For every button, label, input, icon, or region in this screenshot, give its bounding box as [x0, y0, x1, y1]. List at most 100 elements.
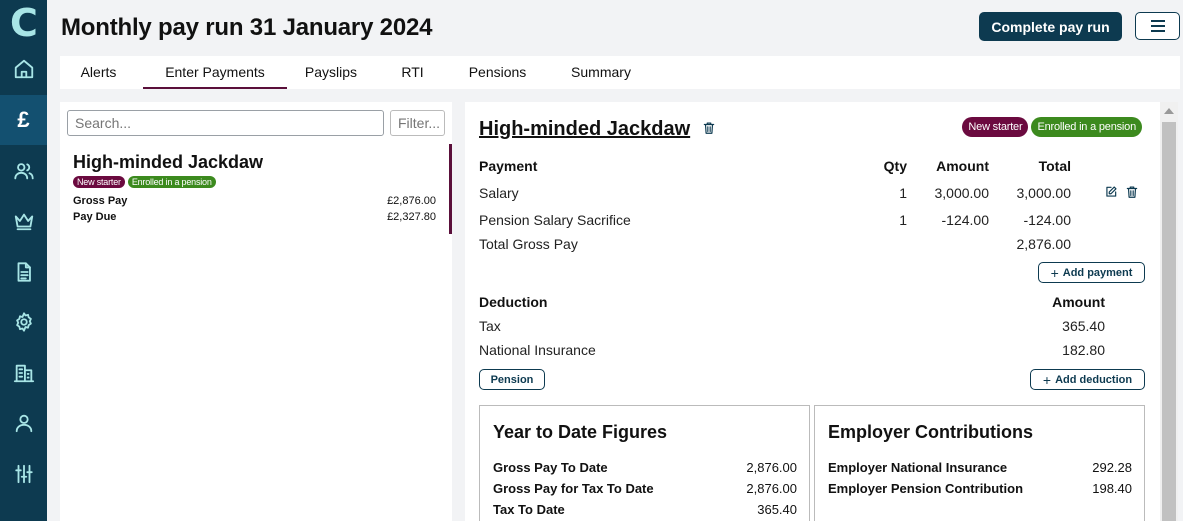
payment-row-qty: 1 — [899, 212, 907, 228]
total-gross-pay-value: 2,876.00 — [1016, 236, 1072, 252]
employer-row: Employer National Insurance 292.28 — [828, 460, 1132, 475]
deduction-row-amount: 182.80 — [1062, 342, 1105, 358]
home-icon — [14, 59, 33, 79]
employee-detail-panel: High-minded Jackdaw New starter Enrolled… — [465, 102, 1160, 521]
pension-badge: Enrolled in a pension — [1031, 117, 1142, 137]
sidebar-item-pay[interactable]: £ — [0, 95, 47, 145]
employer-row-label: Employer National Insurance — [828, 460, 1008, 475]
menu-button[interactable] — [1135, 12, 1180, 40]
tab-pensions[interactable]: Pensions — [460, 56, 535, 89]
add-deduction-button[interactable]: + Add deduction — [1030, 369, 1145, 390]
pension-button-label: Pension — [490, 373, 534, 386]
sidebar-item-company[interactable] — [0, 348, 47, 398]
trash-icon — [703, 122, 715, 134]
crown-icon — [14, 213, 33, 231]
employer-row-value: 198.40 — [1092, 481, 1132, 496]
scrollbar[interactable] — [1160, 102, 1178, 521]
employee-card-badges: New starter Enrolled in a pension — [73, 176, 216, 188]
app-logo[interactable]: C — [6, 4, 42, 42]
ytd-row: Gross Pay To Date 2,876.00 — [493, 460, 797, 475]
add-deduction-label: Add deduction — [1055, 373, 1133, 386]
employer-row: Employer Pension Contribution 198.40 — [828, 481, 1132, 496]
payment-row-amount: -124.00 — [941, 212, 989, 228]
payment-row-qty: 1 — [899, 185, 907, 201]
pound-icon: £ — [17, 107, 30, 132]
pension-button[interactable]: Pension — [479, 369, 545, 390]
add-payment-button[interactable]: + Add payment — [1038, 262, 1145, 283]
scrollbar-thumb[interactable] — [1162, 122, 1176, 521]
plus-icon: + — [1042, 371, 1052, 388]
deduction-row-amount: 365.40 — [1062, 318, 1105, 334]
ytd-figures-card: Year to Date Figures Gross Pay To Date 2… — [479, 405, 810, 521]
gross-pay-value: £2,876.00 — [387, 195, 436, 207]
total-header: Total — [1038, 158, 1071, 174]
employer-title: Employer Contributions — [828, 422, 1034, 442]
ytd-row-label: Gross Pay To Date — [493, 460, 608, 475]
sidebar-item-controls[interactable] — [0, 449, 47, 499]
page-title: Monthly pay run 31 January 2024 — [61, 14, 433, 41]
ytd-row: Gross Pay for Tax To Date 2,876.00 — [493, 481, 797, 496]
tab-payslips[interactable]: Payslips — [296, 56, 366, 89]
ytd-row-label: Gross Pay for Tax To Date — [493, 481, 654, 496]
sidebar-item-people[interactable] — [0, 146, 47, 196]
deduction-row-name: National Insurance — [479, 342, 596, 358]
tab-bar: Alerts Enter Payments Payslips RTI Pensi… — [60, 56, 1180, 89]
gear-icon — [15, 312, 32, 332]
employee-name-link[interactable]: High-minded Jackdaw — [479, 118, 690, 141]
amount-header: Amount — [936, 158, 989, 174]
employee-card[interactable]: High-minded Jackdaw New starter Enrolled… — [60, 144, 452, 234]
hamburger-icon — [1150, 20, 1165, 32]
gross-pay-label: Gross Pay — [73, 195, 128, 207]
deduction-row-name: Tax — [479, 318, 501, 334]
edit-payment-button[interactable] — [1104, 185, 1118, 199]
search-input[interactable] — [67, 110, 384, 136]
total-gross-pay-label: Total Gross Pay — [479, 236, 578, 252]
document-icon — [17, 262, 31, 282]
ytd-row-value: 2,876.00 — [746, 481, 797, 496]
pay-due-label: Pay Due — [73, 211, 117, 223]
gross-pay-row: Gross Pay £2,876.00 — [73, 195, 436, 207]
ytd-row-label: Tax To Date — [493, 502, 565, 517]
deduction-amount-header: Amount — [1052, 294, 1105, 310]
scroll-up-icon[interactable] — [1164, 108, 1174, 114]
trash-icon — [1126, 186, 1138, 198]
building-icon — [13, 364, 34, 383]
sidebar-item-settings[interactable] — [0, 297, 47, 347]
payment-row-name: Salary — [479, 185, 519, 201]
ytd-title: Year to Date Figures — [493, 422, 668, 442]
ytd-row-value: 2,876.00 — [746, 460, 797, 475]
sidebar-item-home[interactable] — [0, 44, 47, 94]
pay-due-row: Pay Due £2,327.80 — [73, 211, 436, 223]
filter-input[interactable] — [390, 110, 445, 136]
employer-row-value: 292.28 — [1092, 460, 1132, 475]
sidebar-item-crown[interactable] — [0, 196, 47, 246]
add-payment-label: Add payment — [1062, 266, 1133, 279]
edit-icon — [1106, 186, 1117, 197]
delete-employee-button[interactable] — [702, 121, 716, 135]
ytd-row-value: 365.40 — [757, 502, 797, 517]
sidebar-item-account[interactable] — [0, 398, 47, 448]
employer-row-label: Employer Pension Contribution — [828, 481, 1024, 496]
tab-summary[interactable]: Summary — [565, 56, 637, 89]
sliders-icon — [14, 464, 33, 484]
qty-header: Qty — [883, 158, 907, 174]
employee-badges: New starter Enrolled in a pension — [962, 117, 1142, 137]
tab-rti[interactable]: RTI — [395, 56, 430, 89]
sidebar: C £ — [0, 0, 47, 521]
new-starter-badge: New starter — [73, 176, 125, 188]
pay-due-value: £2,327.80 — [387, 211, 436, 223]
payment-header: Payment — [479, 158, 538, 174]
tab-alerts[interactable]: Alerts — [60, 56, 137, 89]
payment-row-total: -124.00 — [1023, 212, 1071, 228]
payment-row-name: Pension Salary Sacrifice — [479, 212, 631, 228]
payment-row-amount: 3,000.00 — [934, 185, 990, 201]
complete-pay-run-button[interactable]: Complete pay run — [979, 12, 1122, 41]
person-icon — [15, 414, 32, 433]
sidebar-item-documents[interactable] — [0, 247, 47, 297]
tab-enter-payments[interactable]: Enter Payments — [143, 56, 287, 89]
plus-icon: + — [1050, 264, 1059, 281]
delete-payment-button[interactable] — [1125, 185, 1139, 199]
employee-card-name: High-minded Jackdaw — [73, 152, 264, 172]
deduction-header: Deduction — [479, 294, 548, 310]
people-icon — [13, 163, 34, 180]
